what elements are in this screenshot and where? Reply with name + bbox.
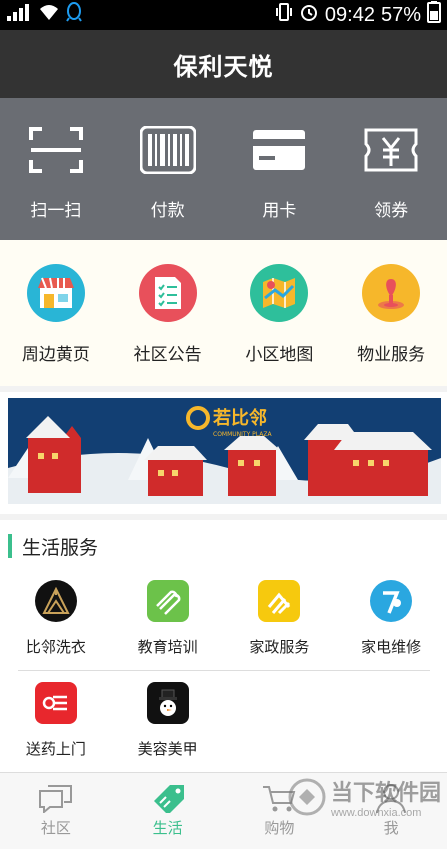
community-map-label: 小区地图 [245,345,314,364]
laundry-icon [34,580,77,622]
scan-icon [28,127,83,173]
pay-button[interactable]: 付款 [112,98,224,240]
wifi-icon [38,3,60,27]
coupon-label: 领券 [374,201,409,220]
battery-icon [427,1,441,29]
beauty-icon [146,682,189,724]
watermark-title: 当下软件园 [330,780,441,805]
status-left [6,2,82,28]
scan-button[interactable]: 扫一扫 [0,98,112,240]
coupon-icon [364,128,418,172]
watermark-logo-icon [288,778,326,816]
section-title: 生活服务 [22,537,99,559]
tab-community[interactable]: 社区 [0,773,112,849]
tag-icon [153,785,184,813]
tab-community-label: 社区 [40,820,71,837]
promo-banner[interactable]: 若比邻 COMMUNITY PLAZA [8,398,441,504]
repair-icon [370,580,413,622]
title-bar: 保利天悦 [0,30,447,98]
status-battery: 57% [380,3,421,26]
coupon-button[interactable]: 领券 [335,98,447,240]
map-icon [250,264,309,322]
housekeeping-icon [258,580,301,622]
life-services-section: 生活服务 比邻洗衣 教育培训 家政服务 家电维修 送药上门 美容美甲 [0,520,447,772]
service-grid: 比邻洗衣 教育培训 家政服务 家电维修 送药上门 美容美甲 [0,578,447,782]
banner-subtitle: COMMUNITY PLAZA [213,431,272,438]
appliance-repair-label: 家电维修 [361,639,422,656]
page-title: 保利天悦 [173,53,274,81]
tab-life[interactable]: 生活 [112,773,224,849]
watermark-text: 当下软件园 www.downxia.com [331,775,441,819]
quick-actions-bar: 扫一扫 付款 用卡 领券 [0,98,447,240]
barcode-icon [139,126,196,174]
banner-brand: 若比邻 [212,407,267,429]
store-icon [26,264,85,322]
housekeeping-button[interactable]: 家政服务 [224,578,336,680]
service-row: 比邻洗衣 教育培训 家政服务 家电维修 [0,578,447,680]
community-map-button[interactable]: 小区地图 [224,240,336,386]
chat-icon [38,785,72,813]
community-notice-label: 社区公告 [133,345,202,364]
yellow-pages-label: 周边黄页 [21,345,90,364]
laundry-label: 比邻洗衣 [25,639,86,656]
alarm-icon [299,2,319,28]
banner-container: 若比邻 COMMUNITY PLAZA [0,392,447,514]
tab-me-label: 我 [383,820,399,837]
property-icon [362,264,421,322]
signal-icon [6,3,32,27]
section-header: 生活服务 [8,534,99,559]
use-card-label: 用卡 [262,201,297,220]
card-icon [253,130,306,170]
watermark: 当下软件园 www.downxia.com [287,775,441,819]
service-row: 送药上门 美容美甲 [0,680,447,782]
use-card-button[interactable]: 用卡 [224,98,336,240]
beauty-label: 美容美甲 [137,741,198,758]
beauty-button[interactable]: 美容美甲 [112,680,224,782]
community-notice-button[interactable]: 社区公告 [112,240,224,386]
property-service-label: 物业服务 [357,345,426,364]
laundry-button[interactable]: 比邻洗衣 [0,578,112,680]
tab-life-label: 生活 [152,820,183,837]
status-time: 09:42 [324,3,375,26]
status-bar: 09:42 57% [0,0,447,30]
notice-icon [138,264,197,322]
yellow-pages-button[interactable]: 周边黄页 [0,240,112,386]
pay-label: 付款 [150,201,185,220]
education-button[interactable]: 教育培训 [112,578,224,680]
status-right: 09:42 57% [275,1,441,29]
housekeeping-label: 家政服务 [249,639,310,656]
watermark-url: www.downxia.com [330,807,422,819]
scan-label: 扫一扫 [30,201,82,220]
medicine-delivery-button[interactable]: 送药上门 [0,680,112,782]
medicine-icon [34,682,77,724]
property-service-button[interactable]: 物业服务 [335,240,447,386]
appliance-repair-button[interactable]: 家电维修 [335,578,447,680]
banner-illustration: 若比邻 COMMUNITY PLAZA [8,398,441,504]
section-accent-bar [8,534,12,558]
education-label: 教育培训 [137,639,198,656]
tab-shopping-label: 购物 [264,820,295,837]
qq-icon [66,2,82,28]
vibrate-icon [275,2,293,28]
row-divider [18,670,430,671]
medicine-delivery-label: 送药上门 [25,741,86,758]
education-icon [146,580,189,622]
shortcut-bar: 周边黄页 社区公告 小区地图 物业服务 [0,240,447,386]
